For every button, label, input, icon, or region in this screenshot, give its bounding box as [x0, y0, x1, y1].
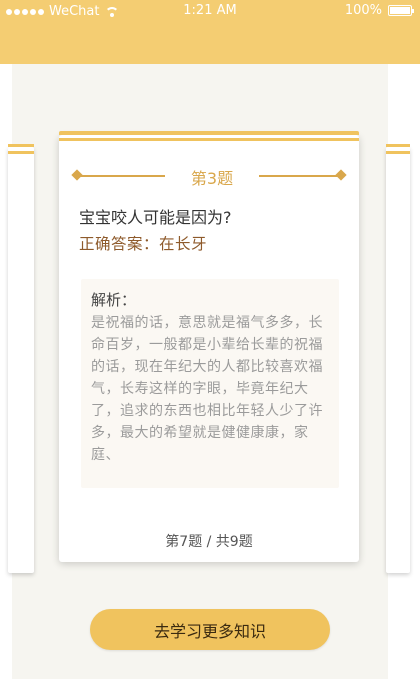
diamond-icon	[335, 169, 347, 181]
card-stripe	[8, 151, 34, 154]
card-stripe	[386, 144, 410, 147]
card-stripe	[386, 151, 410, 154]
card-top-stripe	[59, 131, 359, 135]
battery-label: 100%	[344, 3, 382, 18]
status-bar: WeChat 1:21 AM 100%	[0, 0, 420, 22]
analysis-box: 解析： 是祝福的话，意思就是福气多多，长命百岁，一般都是小辈给长辈的祝福的话，现…	[81, 279, 339, 488]
battery-icon	[388, 5, 414, 16]
card-top-stripe	[59, 138, 359, 141]
question-card: 第3题 宝宝咬人可能是因为? 正确答案：在长牙 解析： 是祝福的话，意思就是福气…	[59, 131, 359, 562]
question-progress: 第7题 / 共9题	[165, 534, 253, 550]
question-number-row: 第3题	[71, 165, 347, 188]
correct-answer: 正确答案：在长牙	[79, 235, 208, 253]
next-card-peek[interactable]	[386, 144, 410, 573]
card-stripe	[8, 144, 34, 147]
learn-more-button[interactable]: 去学习更多知识	[90, 609, 330, 650]
divider-line	[79, 175, 165, 177]
question-text: 宝宝咬人可能是因为?	[79, 208, 232, 227]
divider-line	[259, 175, 341, 177]
previous-card-peek[interactable]	[8, 144, 34, 573]
analysis-label: 解析：	[91, 291, 137, 309]
status-right: 100%	[344, 3, 414, 18]
analysis-text: 是祝福的话，意思就是福气多多，长命百岁，一般都是小辈给长辈的祝福的话，现在年纪大…	[91, 315, 323, 463]
question-number: 第3题	[190, 169, 234, 188]
